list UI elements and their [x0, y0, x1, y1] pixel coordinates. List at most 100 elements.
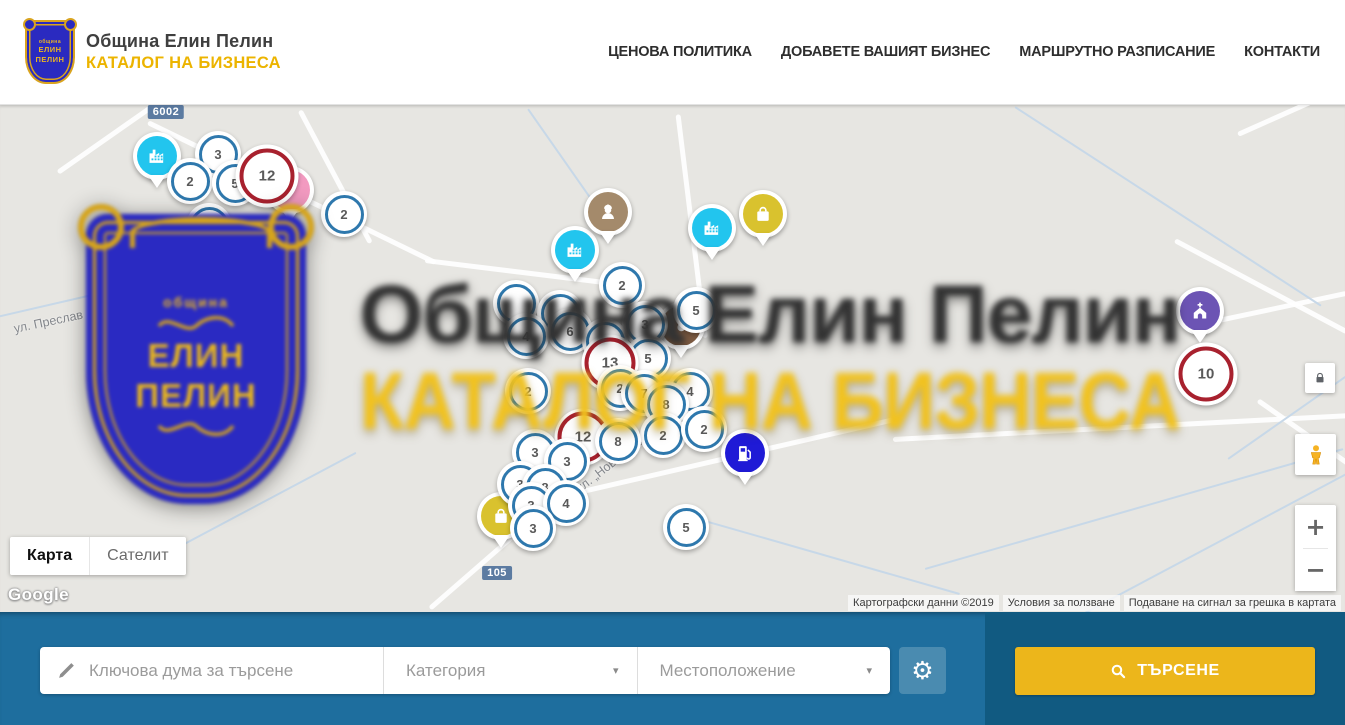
lock-icon — [1313, 371, 1327, 385]
cluster-count: 2 — [205, 219, 212, 234]
search-section: ТЪРСЕНЕ Категория ▾ Местоположение ▾ ⚙ — [0, 612, 1345, 725]
map-attribution: Картографски данни ©2019Условия за ползв… — [844, 595, 1341, 611]
cluster-count: 3 — [214, 147, 221, 162]
cluster-count: 3 — [563, 454, 570, 469]
cluster-marker[interactable]: 10 — [1175, 343, 1238, 406]
cluster-ring: 12 — [240, 149, 295, 204]
cluster-count: 3 — [529, 521, 536, 536]
cluster-ring: 2 — [685, 410, 724, 449]
cluster-ring: 2 — [325, 195, 364, 234]
fuel-icon — [725, 433, 765, 473]
brand-home-link[interactable]: община ЕЛИН ПЕЛИН Община Елин Пелин КАТА… — [25, 20, 281, 84]
cluster-marker[interactable]: 2 — [681, 406, 727, 452]
map-pin-factory[interactable] — [688, 204, 736, 252]
street-view-pegman-button[interactable] — [1295, 434, 1336, 475]
map-type-satellite-button[interactable]: Сателит — [89, 537, 185, 575]
keyword-field-wrap — [40, 647, 383, 694]
chevron-down-icon: ▾ — [613, 664, 619, 677]
cluster-ring: 2 — [509, 372, 548, 411]
bag-icon — [743, 194, 783, 234]
nav-item-route-schedule[interactable]: МАРШРУТНО РАЗПИСАНИЕ — [1019, 44, 1215, 60]
cluster-ring: 2 — [603, 266, 642, 305]
brand-subtitle: КАТАЛОГ НА БИЗНЕСА — [86, 54, 281, 73]
cluster-ring: 2 — [644, 416, 683, 455]
nav-item-pricing[interactable]: ЦЕНОВА ПОЛИТИКА — [608, 44, 752, 60]
map-pin-worker[interactable] — [584, 188, 632, 236]
cluster-marker[interactable]: 3 — [510, 505, 556, 551]
advanced-search-button[interactable]: ⚙ — [899, 647, 946, 694]
map-pin-factory[interactable] — [551, 226, 599, 274]
cluster-ring: 2 — [171, 162, 210, 201]
cluster-count: 2 — [618, 278, 625, 293]
worker-icon — [588, 192, 628, 232]
map-type-map-button[interactable]: Карта — [10, 537, 89, 575]
cluster-count: 2 — [524, 384, 531, 399]
location-select[interactable]: Местоположение ▾ — [638, 647, 891, 694]
road-line — [1237, 104, 1345, 137]
location-select-value: Местоположение — [660, 661, 796, 681]
cluster-marker[interactable]: 2 — [640, 412, 686, 458]
pegman-icon — [1304, 443, 1328, 467]
cluster-count: 4 — [562, 496, 569, 511]
nav-item-add-business[interactable]: ДОБАВЕТЕ ВАШИЯТ БИЗНЕС — [781, 44, 990, 60]
cluster-count: 2 — [186, 174, 193, 189]
search-submit-panel: ТЪРСЕНЕ — [985, 612, 1345, 725]
cluster-marker[interactable]: 2 — [167, 158, 213, 204]
municipality-crest-logo: община ЕЛИН ПЕЛИН — [25, 20, 75, 84]
map-pin-fuel[interactable] — [721, 429, 769, 477]
cluster-marker[interactable]: 8 — [595, 418, 641, 464]
map-pin-church[interactable] — [1176, 287, 1224, 335]
report-map-error-link[interactable]: Подаване на сигнал за грешка в картата — [1124, 595, 1341, 611]
cluster-ring: 4 — [507, 317, 546, 356]
crest-line2: ПЕЛИН — [36, 56, 65, 65]
cluster-marker[interactable]: 5 — [673, 287, 719, 333]
water-line — [175, 452, 357, 550]
cluster-count: 5 — [692, 303, 699, 318]
cluster-ring: 3 — [514, 509, 553, 548]
zoom-in-button[interactable]: + — [1295, 506, 1336, 548]
terms-of-use-link[interactable]: Условия за ползване — [1003, 595, 1120, 611]
search-button[interactable]: ТЪРСЕНЕ — [1015, 647, 1315, 695]
cluster-count: 5 — [644, 351, 651, 366]
map-type-control: Карта Сателит — [10, 537, 186, 575]
brand-title: Община Елин Пелин — [86, 31, 281, 52]
cluster-count: 2 — [340, 207, 347, 222]
google-logo[interactable]: Google — [8, 585, 69, 605]
cluster-count: 4 — [522, 329, 529, 344]
cluster-ring: 5 — [667, 508, 706, 547]
cluster-ring: 8 — [599, 422, 638, 461]
cluster-marker[interactable]: 2 — [321, 191, 367, 237]
cluster-count: 3 — [531, 445, 538, 460]
search-icon — [1110, 663, 1127, 680]
scroll-lock-control[interactable] — [1305, 363, 1335, 393]
factory-icon — [692, 208, 732, 248]
category-select[interactable]: Категория ▾ — [384, 647, 637, 694]
church-icon — [1180, 291, 1220, 331]
zoom-control: + − — [1295, 505, 1336, 591]
cluster-marker[interactable]: 4 — [503, 313, 549, 359]
cluster-count: 12 — [259, 168, 276, 185]
cluster-marker[interactable]: 5 — [663, 504, 709, 550]
zoom-out-button[interactable]: − — [1295, 549, 1336, 591]
cluster-marker[interactable]: 12 — [236, 145, 299, 208]
cluster-count: 8 — [662, 397, 669, 412]
nav-item-contacts[interactable]: КОНТАКТИ — [1244, 44, 1320, 60]
cluster-count: 5 — [682, 520, 689, 535]
cluster-ring: 10 — [1179, 347, 1234, 402]
cluster-marker[interactable]: 2 — [186, 203, 232, 249]
gear-icon: ⚙ — [911, 658, 933, 683]
cluster-count: 6 — [566, 324, 573, 339]
cluster-ring: 2 — [190, 207, 229, 246]
factory-icon — [555, 230, 595, 270]
cluster-count: 10 — [1198, 366, 1215, 383]
water-line — [705, 520, 960, 595]
water-line — [1014, 106, 1321, 306]
keyword-search-input[interactable] — [87, 660, 383, 682]
crest-line1: ЕЛИН — [38, 46, 61, 55]
map-pin-bag[interactable] — [739, 190, 787, 238]
cluster-marker[interactable]: 2 — [505, 368, 551, 414]
search-bar: Категория ▾ Местоположение ▾ — [40, 647, 890, 694]
page: община ЕЛИН ПЕЛИН Община Елин Пелин КАТА… — [0, 0, 1345, 725]
map-data-copyright: Картографски данни ©2019 — [848, 595, 999, 611]
cluster-count: 3 — [641, 317, 648, 332]
